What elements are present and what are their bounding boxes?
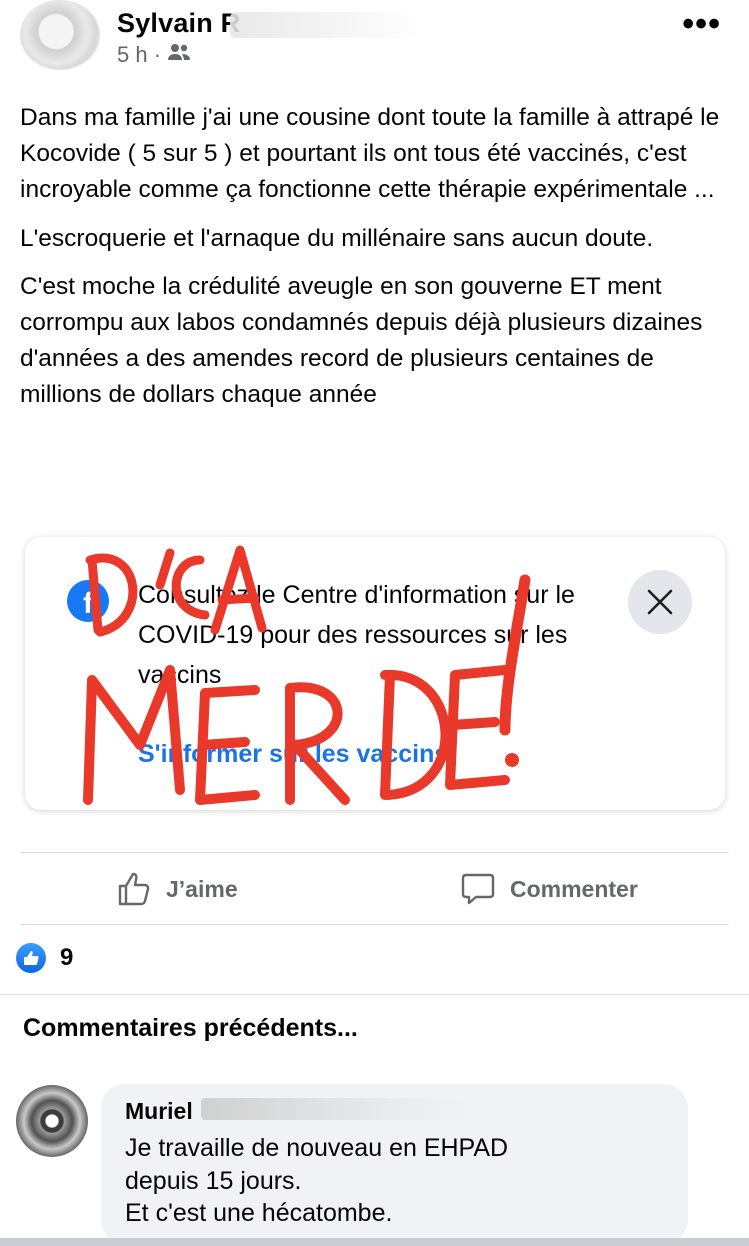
post-paragraph: Dans ma famille j'ai une cousine dont to… <box>20 104 720 204</box>
comment-line: Je travaille de nouveau en EHPAD <box>125 1134 509 1162</box>
divider <box>0 994 749 995</box>
post-header: Sylvain R 5 h · ••• <box>0 0 749 90</box>
info-card-link[interactable]: S'informer sur les vaccins <box>138 740 448 769</box>
post-paragraph: L'escroquerie et l'arnaque du millénaire… <box>20 224 654 252</box>
covid-info-card: f Consultez le Centre d'information sur … <box>25 537 725 810</box>
comment-bubble[interactable]: Muriel Je travaille de nouveau en EHPAD … <box>101 1084 688 1244</box>
comment-author[interactable]: Muriel <box>125 1098 193 1125</box>
author-avatar[interactable] <box>20 0 100 70</box>
reactions-summary[interactable]: 9 <box>16 943 73 973</box>
reaction-count: 9 <box>60 944 74 971</box>
author-name-blur <box>230 12 550 38</box>
friends-icon <box>167 42 191 68</box>
author-name[interactable]: Sylvain R <box>117 8 240 39</box>
post-actions: J’aime Commenter <box>0 853 749 925</box>
like-button[interactable]: J’aime <box>116 853 238 925</box>
post-time[interactable]: 5 h · <box>117 42 161 68</box>
like-label: J’aime <box>166 875 238 902</box>
post-paragraph: C'est moche la crédulité aveugle en son … <box>20 272 703 409</box>
previous-comments-link[interactable]: Commentaires précédents... <box>23 1014 358 1043</box>
commenter-avatar[interactable] <box>16 1085 88 1157</box>
bottom-edge <box>0 1238 749 1246</box>
post-meta: 5 h · <box>117 42 191 68</box>
close-icon <box>647 589 673 615</box>
comment-line: depuis 15 jours. <box>125 1166 302 1195</box>
divider <box>20 924 729 925</box>
like-reaction-icon <box>16 943 46 973</box>
comment-label: Commenter <box>510 875 638 902</box>
facebook-logo-icon: f <box>67 580 109 622</box>
like-thumb-icon <box>118 872 150 906</box>
close-button[interactable] <box>628 570 692 634</box>
post-text: Dans ma famille j'ai une cousine dont to… <box>20 100 736 426</box>
comment-author-blur <box>201 1098 471 1120</box>
comment-line: Et c'est une hécatombe. <box>125 1199 393 1227</box>
comment-button[interactable]: Commenter <box>460 853 638 925</box>
more-icon[interactable]: ••• <box>682 7 721 41</box>
comment-text: Je travaille de nouveau en EHPAD depuis … <box>125 1132 665 1230</box>
comment-icon <box>461 873 495 905</box>
info-card-text: Consultez le Centre d'information sur le… <box>138 581 575 689</box>
